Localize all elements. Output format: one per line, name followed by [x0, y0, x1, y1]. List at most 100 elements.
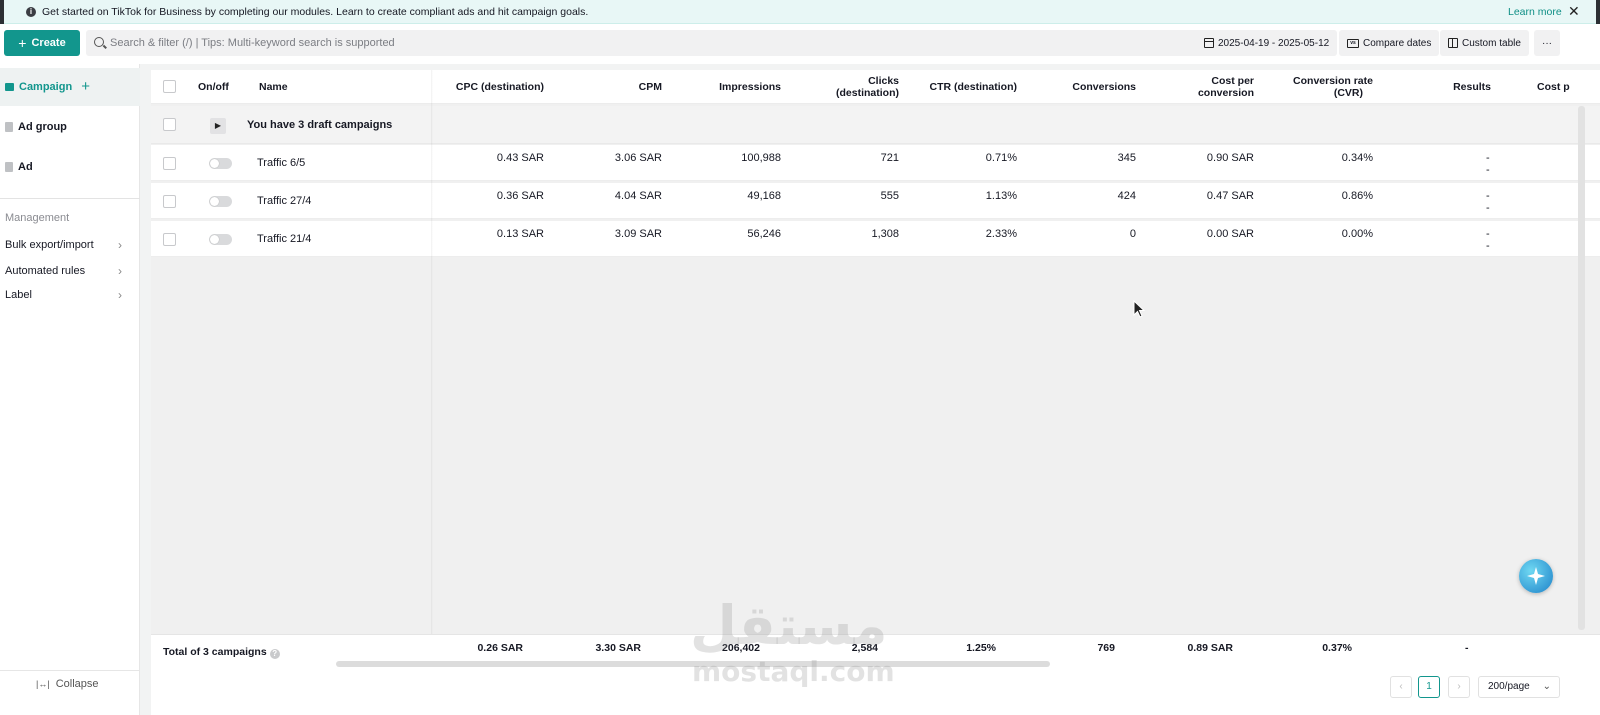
- clicks-value: 555: [880, 190, 899, 202]
- row-checkbox[interactable]: [163, 233, 176, 246]
- campaign-toggle[interactable]: [209, 196, 232, 207]
- campaign-toggle[interactable]: [209, 234, 232, 245]
- document-icon: [5, 162, 13, 172]
- ctr-value: 0.71%: [985, 152, 1017, 164]
- impressions-value: 100,988: [741, 152, 781, 164]
- ctr-value: 1.13%: [985, 190, 1017, 202]
- banner-text: Get started on TikTok for Business by co…: [42, 6, 589, 18]
- sidebar-item-label: Ad group: [18, 121, 67, 133]
- chevron-right-icon: ›: [118, 238, 122, 252]
- custom-table-button[interactable]: Custom table: [1440, 30, 1529, 56]
- sidebar-item-label-menu[interactable]: Label ›: [0, 284, 140, 306]
- watermark-latin: mostaql.com: [692, 655, 895, 688]
- compare-dates-button[interactable]: vs Compare dates: [1339, 30, 1440, 56]
- sidebar-item-bulk-export-import[interactable]: Bulk export/import ›: [0, 234, 140, 256]
- column-header-cpconv-line2: conversion: [1197, 87, 1254, 99]
- column-header-cvr[interactable]: Conversion rate (CVR): [1263, 75, 1373, 99]
- column-header-cpm[interactable]: CPM: [582, 81, 662, 93]
- collapse-icon: |↔|: [36, 679, 50, 689]
- plus-icon: +: [18, 35, 27, 51]
- collapse-button[interactable]: |↔| Collapse: [36, 678, 99, 690]
- sparkle-icon: [1527, 567, 1545, 585]
- conversions-value: 424: [1117, 190, 1136, 202]
- learn-more-link[interactable]: Learn more: [1508, 6, 1562, 18]
- management-title: Management: [5, 212, 70, 224]
- select-all-checkbox[interactable]: [163, 80, 176, 93]
- column-header-name[interactable]: Name: [259, 81, 288, 93]
- column-header-impressions[interactable]: Impressions: [701, 81, 781, 93]
- totals-ctr: 1.25%: [966, 642, 996, 654]
- sidebar-item-label: Bulk export/import: [5, 239, 94, 251]
- results-value: -: [1486, 190, 1490, 202]
- row-checkbox[interactable]: [163, 195, 176, 208]
- sidebar-item-campaign[interactable]: Campaign +: [0, 68, 140, 106]
- impressions-value: 49,168: [747, 190, 781, 202]
- column-header-cvr-line2: (CVR): [1333, 87, 1363, 99]
- sidebar-item-ad[interactable]: Ad: [0, 148, 140, 186]
- sidebar: Campaign + Ad group Ad Management Bulk e…: [0, 64, 140, 715]
- help-icon[interactable]: ?: [269, 649, 280, 659]
- draft-campaigns-row[interactable]: ▶ You have 3 draft campaigns: [151, 106, 1600, 144]
- create-button-label: Create: [31, 37, 66, 49]
- column-header-clicks-line2: (destination): [836, 87, 899, 99]
- frozen-column-divider: [431, 70, 433, 670]
- campaign-name[interactable]: Traffic 21/4: [257, 233, 311, 245]
- per-page-value: 200/page: [1488, 681, 1530, 692]
- more-options-button[interactable]: ···: [1534, 30, 1560, 56]
- cpm-value: 4.04 SAR: [614, 190, 662, 202]
- compare-icon: vs: [1347, 38, 1359, 48]
- document-icon: [5, 122, 13, 132]
- column-header-cpc[interactable]: CPC (destination): [444, 81, 544, 93]
- per-page-select[interactable]: 200/page ⌄: [1478, 676, 1560, 698]
- totals-results: -: [1465, 642, 1469, 654]
- search-bar[interactable]: [86, 30, 1210, 56]
- create-button[interactable]: + Create: [4, 30, 80, 56]
- campaign-toggle[interactable]: [209, 158, 232, 169]
- next-page-button[interactable]: ›: [1448, 676, 1470, 698]
- page-number-button[interactable]: 1: [1418, 676, 1440, 698]
- search-input[interactable]: [110, 30, 1200, 56]
- custom-table-label: Custom table: [1462, 37, 1521, 49]
- column-header-cvr-line1: Conversion rate: [1293, 75, 1373, 87]
- row-checkbox[interactable]: [163, 157, 176, 170]
- conversions-value: 345: [1117, 152, 1136, 164]
- calendar-icon: [1204, 38, 1214, 48]
- column-header-cost-per-conversion[interactable]: Cost per conversion: [1154, 75, 1254, 99]
- compare-dates-label: Compare dates: [1363, 37, 1432, 49]
- totals-label: Total of 3 campaigns?: [163, 646, 280, 659]
- totals-cvr: 0.37%: [1322, 642, 1352, 654]
- sidebar-item-ad-group[interactable]: Ad group: [0, 108, 140, 146]
- sidebar-item-automated-rules[interactable]: Automated rules ›: [0, 260, 140, 282]
- table-row[interactable]: Traffic 27/4 0.36 SAR 4.04 SAR 49,168 55…: [151, 183, 1600, 219]
- campaign-name[interactable]: Traffic 27/4: [257, 195, 311, 207]
- chevron-right-icon: ›: [118, 264, 122, 278]
- vertical-scrollbar[interactable]: [1578, 106, 1585, 630]
- add-campaign-icon[interactable]: +: [81, 79, 90, 94]
- column-header-results[interactable]: Results: [1421, 81, 1491, 93]
- impressions-value: 56,246: [747, 228, 781, 240]
- campaign-name[interactable]: Traffic 6/5: [257, 157, 305, 169]
- column-header-onoff[interactable]: On/off: [198, 81, 229, 93]
- cpc-value: 0.13 SAR: [496, 228, 544, 240]
- table-row[interactable]: Traffic 6/5 0.43 SAR 3.06 SAR 100,988 72…: [151, 145, 1600, 181]
- ctr-value: 2.33%: [985, 228, 1017, 240]
- column-header-clicks-line1: Clicks: [868, 75, 899, 87]
- column-header-cost-per-result[interactable]: Cost p: [1537, 81, 1570, 93]
- column-header-clicks[interactable]: Clicks (destination): [819, 75, 899, 99]
- conversions-value: 0: [1129, 228, 1136, 240]
- column-header-cpconv-line1: Cost per: [1211, 75, 1254, 87]
- ai-assistant-button[interactable]: [1519, 559, 1553, 593]
- cvr-value: 0.34%: [1341, 152, 1373, 164]
- results-sub-value: -: [1486, 164, 1490, 176]
- column-header-ctr[interactable]: CTR (destination): [897, 81, 1018, 93]
- close-icon[interactable]: ✕: [1568, 3, 1580, 19]
- prev-page-button[interactable]: ‹: [1390, 676, 1412, 698]
- sidebar-item-label: Label: [5, 289, 32, 301]
- draft-row-checkbox[interactable]: [163, 118, 176, 131]
- date-range-picker[interactable]: 2025-04-19 - 2025-05-12: [1196, 30, 1338, 56]
- table-row[interactable]: Traffic 21/4 0.13 SAR 3.09 SAR 56,246 1,…: [151, 221, 1600, 257]
- totals-conversions: 769: [1097, 642, 1115, 654]
- toolbar: + Create 2025-04-19 - 2025-05-12 vs Comp…: [0, 24, 1600, 64]
- expand-caret-icon[interactable]: ▶: [210, 118, 226, 134]
- column-header-conversions[interactable]: Conversions: [1056, 81, 1136, 93]
